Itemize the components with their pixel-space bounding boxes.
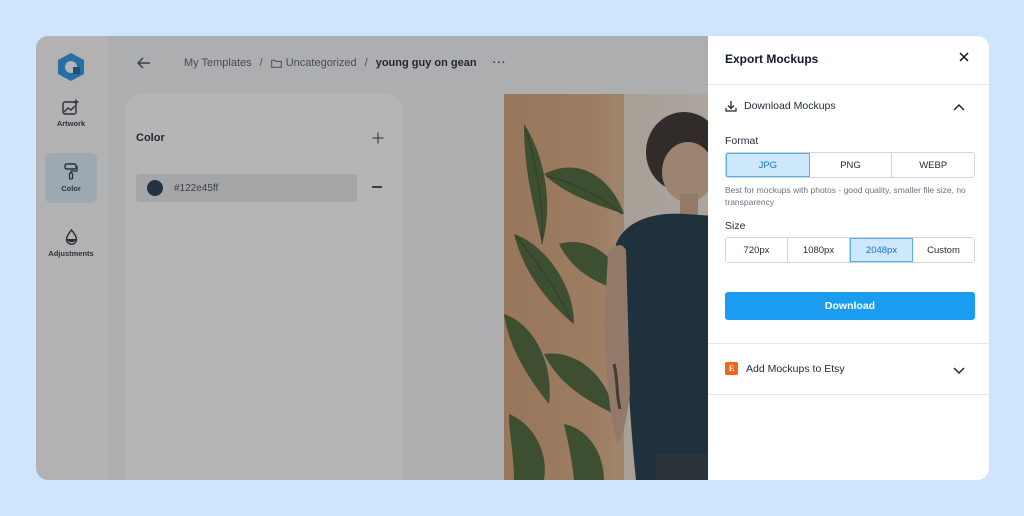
divider xyxy=(708,84,989,85)
size-option-2048[interactable]: 2048px xyxy=(850,238,913,262)
download-section-label: Download Mockups xyxy=(744,100,836,112)
download-section-header[interactable]: Download Mockups xyxy=(725,100,836,112)
etsy-section-label: Add Mockups to Etsy xyxy=(746,362,845,375)
editor-area: Artwork Color Adjustments My Templates /… xyxy=(36,36,708,480)
etsy-logo-icon: E xyxy=(725,362,738,375)
size-option-custom[interactable]: Custom xyxy=(913,238,974,262)
format-option-webp[interactable]: WEBP xyxy=(892,153,974,177)
divider xyxy=(708,394,989,395)
size-selector: 720px 1080px 2048px Custom xyxy=(725,237,975,263)
divider xyxy=(708,343,989,344)
size-label: Size xyxy=(725,220,746,232)
download-icon xyxy=(725,101,737,112)
download-button[interactable]: Download xyxy=(725,292,975,320)
etsy-section-header[interactable]: E Add Mockups to Etsy xyxy=(725,362,845,375)
format-option-png[interactable]: PNG xyxy=(809,153,893,177)
size-option-1080[interactable]: 1080px xyxy=(788,238,850,262)
panel-title: Export Mockups xyxy=(725,52,819,66)
chevron-up-icon[interactable] xyxy=(952,100,966,114)
format-option-jpg[interactable]: JPG xyxy=(726,153,810,177)
format-selector: JPG PNG WEBP xyxy=(725,152,975,178)
format-hint: Best for mockups with photos - good qual… xyxy=(725,185,966,207)
app-window: Artwork Color Adjustments My Templates /… xyxy=(36,36,989,480)
chevron-down-icon[interactable] xyxy=(952,363,966,377)
format-label: Format xyxy=(725,135,759,147)
size-option-720[interactable]: 720px xyxy=(726,238,788,262)
modal-backdrop[interactable] xyxy=(36,36,708,480)
export-mockups-panel: Export Mockups Download Mockups Format J… xyxy=(708,36,989,480)
close-icon[interactable] xyxy=(958,51,970,63)
